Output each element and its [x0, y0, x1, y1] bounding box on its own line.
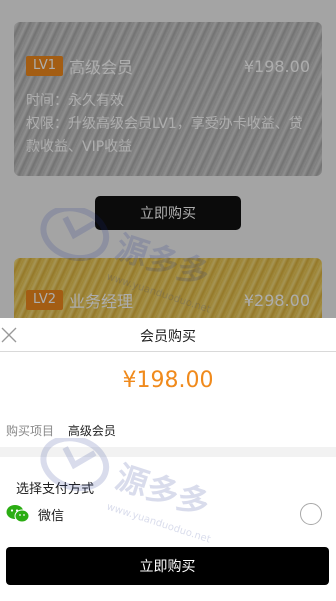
purchase-item-row: 购买项目 高级会员 [6, 422, 116, 439]
purchase-sheet: 会员购买 ¥198.00 购买项目 高级会员 选择支付方式 微信 立即购买 [0, 318, 336, 601]
confirm-buy-button[interactable]: 立即购买 [6, 547, 329, 585]
purchase-price: ¥198.00 [122, 368, 214, 393]
section-divider [0, 447, 336, 457]
wechat-icon [6, 505, 30, 523]
sheet-title: 会员购买 [140, 329, 196, 345]
sheet-header: 会员购买 [0, 318, 336, 352]
radio-unchecked-icon[interactable] [300, 503, 322, 525]
payment-option-wechat[interactable]: 微信 [6, 502, 322, 526]
payment-method-name: 微信 [38, 508, 65, 524]
item-label: 购买项目 [6, 424, 55, 438]
item-value: 高级会员 [67, 424, 116, 438]
payment-method-title: 选择支付方式 [16, 482, 95, 497]
